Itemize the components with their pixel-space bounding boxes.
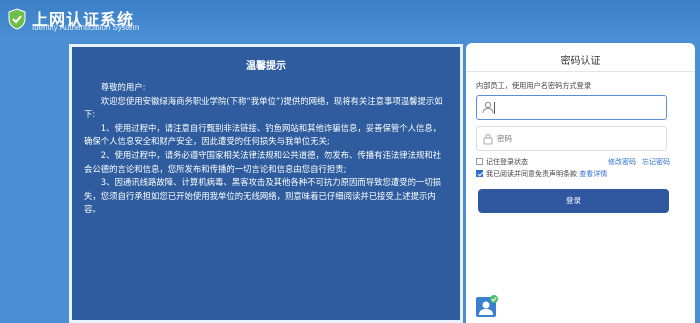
checkbox-unchecked[interactable]: [476, 158, 483, 165]
notice-body: 尊敬的用户: 欢迎您使用安徽绿海商务职业学院(下称“我单位”)提供的网络，现将有…: [84, 81, 449, 217]
login-description: 内部员工，使用用户名密码方式登录: [476, 81, 592, 90]
shield-check-icon: [8, 8, 26, 30]
remember-label: 记住登录状态: [486, 158, 528, 166]
forgot-password-link[interactable]: 忘记密码: [642, 157, 670, 167]
notice-item: 2、使用过程中，请务必遵守国家相关法律法规和公共道德，勿发布、传播有违法律法规和…: [84, 149, 442, 174]
agree-label: 我已阅读并同意免责声明条款: [486, 170, 577, 178]
agree-terms-checkbox[interactable]: 我已阅读并同意免责声明条款 查看详情: [476, 169, 607, 179]
notice-title: 温馨提示: [246, 61, 286, 72]
modify-password-link[interactable]: 修改密码: [608, 157, 636, 167]
user-avatar-check-icon[interactable]: [476, 295, 498, 317]
login-button[interactable]: 登录: [478, 189, 669, 213]
notice-item: 3、因通讯线路故障、计算机病毒、黑客攻击及其他各种不可抗力原因而导致您遭受的一切…: [84, 177, 442, 215]
notice-intro: 欢迎您使用安徽绿海商务职业学院(下称“我单位”)提供的网络，现将有关注意事项温馨…: [84, 95, 443, 120]
username-field[interactable]: [476, 95, 667, 120]
checkbox-checked[interactable]: [476, 170, 483, 177]
lock-icon: [483, 134, 493, 145]
text-cursor: [494, 102, 495, 114]
remember-login-checkbox[interactable]: 记住登录状态: [476, 157, 528, 167]
notice-panel: 温馨提示 尊敬的用户: 欢迎您使用安徽绿海商务职业学院(下称“我单位”)提供的网…: [69, 44, 463, 323]
username-input[interactable]: [497, 99, 657, 116]
password-input[interactable]: [497, 130, 657, 147]
login-title: 密码认证: [560, 56, 601, 67]
divider: [466, 71, 695, 72]
app-subtitle: Identity Authentication System: [32, 23, 140, 32]
password-field[interactable]: [476, 126, 667, 151]
header-bar: 上网认证系统 Identity Authentication System: [0, 0, 700, 40]
notice-item: 1、使用过程中，请注意自行甄别非法链接、钓鱼网站和其他诈骗信息，妥善保管个人信息…: [84, 122, 442, 147]
login-panel: 密码认证 内部员工，使用用户名密码方式登录 记住登录状态 修改密码 忘记密码 我…: [466, 43, 695, 323]
user-icon: [482, 101, 494, 114]
view-details-link[interactable]: 查看详情: [579, 170, 607, 178]
notice-greeting: 尊敬的用户:: [100, 82, 146, 92]
